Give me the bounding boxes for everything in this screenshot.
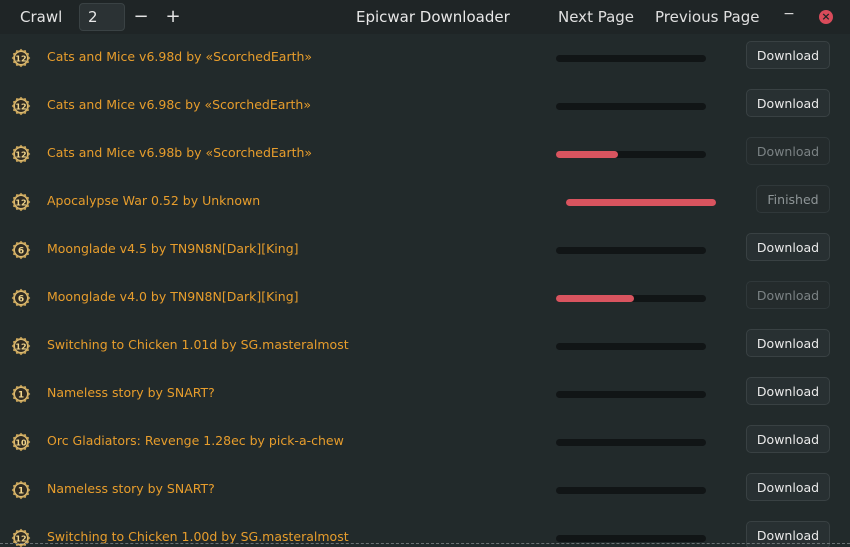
map-badge-icon: 12 xyxy=(11,336,31,356)
svg-text:6: 6 xyxy=(18,246,24,256)
minimize-button[interactable]: − xyxy=(780,6,798,26)
map-badge-icon: 1 xyxy=(11,384,31,404)
download-button[interactable]: Download xyxy=(746,89,830,117)
decrement-button[interactable]: − xyxy=(128,4,154,30)
map-name: Nameless story by SNART? xyxy=(47,385,215,400)
map-name: Nameless story by SNART? xyxy=(47,481,215,496)
download-button: Download xyxy=(746,281,830,309)
next-page-button[interactable]: Next Page xyxy=(558,8,634,26)
map-name: Moonglade v4.5 by TN9N8N[Dark][King] xyxy=(47,241,299,256)
map-name: Moonglade v4.0 by TN9N8N[Dark][King] xyxy=(47,289,299,304)
map-badge-icon: 1 xyxy=(11,480,31,500)
list-item: 10 Orc Gladiators: Revenge 1.28ec by pick… xyxy=(0,418,850,466)
previous-page-button[interactable]: Previous Page xyxy=(655,8,759,26)
download-button[interactable]: Download xyxy=(746,473,830,501)
map-name: Orc Gladiators: Revenge 1.28ec by pick-a… xyxy=(47,433,344,448)
progress-bar xyxy=(556,151,706,158)
svg-text:12: 12 xyxy=(15,150,26,159)
svg-text:10: 10 xyxy=(15,438,27,447)
map-name: Cats and Mice v6.98b by «ScorchedEarth» xyxy=(47,145,313,160)
map-badge-icon: 12 xyxy=(11,192,31,212)
progress-bar xyxy=(556,391,706,398)
download-button[interactable]: Download xyxy=(746,329,830,357)
window-title: Epicwar Downloader xyxy=(356,8,510,26)
map-badge-icon: 12 xyxy=(11,48,31,68)
list-item: 12 Cats and Mice v6.98d by «ScorchedEarth… xyxy=(0,34,850,82)
map-badge-icon: 12 xyxy=(11,528,31,547)
crawl-pages-input[interactable] xyxy=(79,3,125,31)
map-badge-icon: 6 xyxy=(11,288,31,308)
list-item: 12 Cats and Mice v6.98b by «ScorchedEarth… xyxy=(0,130,850,178)
map-list: 12 Cats and Mice v6.98d by «ScorchedEarth… xyxy=(0,34,850,547)
progress-bar xyxy=(556,439,706,446)
progress-bar xyxy=(556,103,706,110)
map-name: Apocalypse War 0.52 by Unknown xyxy=(47,193,261,208)
download-button[interactable]: Download xyxy=(746,41,830,69)
list-item: 12 Apocalypse War 0.52 by Unknown Finished xyxy=(0,178,850,226)
list-item: 12 Cats and Mice v6.98c by «ScorchedEarth… xyxy=(0,82,850,130)
bottom-divider xyxy=(0,543,850,544)
map-name: Switching to Chicken 1.00d by SG.mastera… xyxy=(47,529,349,544)
svg-text:12: 12 xyxy=(15,534,26,543)
progress-bar xyxy=(556,535,706,542)
svg-text:1: 1 xyxy=(18,390,24,400)
list-item: 12 Switching to Chicken 1.01d by SG.maste… xyxy=(0,322,850,370)
finished-button: Finished xyxy=(756,185,830,213)
download-button[interactable]: Download xyxy=(746,425,830,453)
map-name: Cats and Mice v6.98c by «ScorchedEarth» xyxy=(47,97,311,112)
map-badge-icon: 10 xyxy=(11,432,31,452)
svg-text:1: 1 xyxy=(18,486,24,496)
progress-bar xyxy=(556,55,706,62)
download-button[interactable]: Download xyxy=(746,377,830,405)
list-item: 1 Nameless story by SNART? Download xyxy=(0,370,850,418)
map-badge-icon: 6 xyxy=(11,240,31,260)
list-item: 6 Moonglade v4.5 by TN9N8N[Dark][King] Dow… xyxy=(0,226,850,274)
svg-text:12: 12 xyxy=(15,198,26,207)
header-bar: Crawl − + Epicwar Downloader Next Page P… xyxy=(0,0,850,34)
list-item: 1 Nameless story by SNART? Download xyxy=(0,466,850,514)
map-badge-icon: 12 xyxy=(11,144,31,164)
progress-bar xyxy=(556,295,706,302)
crawl-label: Crawl xyxy=(20,8,63,26)
svg-text:6: 6 xyxy=(18,294,24,304)
map-name: Switching to Chicken 1.01d by SG.mastera… xyxy=(47,337,349,352)
svg-text:12: 12 xyxy=(15,342,26,351)
progress-bar xyxy=(556,247,706,254)
increment-button[interactable]: + xyxy=(160,4,186,30)
close-button[interactable]: × xyxy=(819,10,833,24)
svg-text:12: 12 xyxy=(15,54,26,63)
map-name: Cats and Mice v6.98d by «ScorchedEarth» xyxy=(47,49,313,64)
svg-text:12: 12 xyxy=(15,102,26,111)
progress-fill xyxy=(566,199,716,206)
progress-fill xyxy=(556,151,618,158)
progress-bar xyxy=(566,199,716,206)
progress-bar xyxy=(556,487,706,494)
download-button: Download xyxy=(746,137,830,165)
download-button[interactable]: Download xyxy=(746,233,830,261)
progress-fill xyxy=(556,295,634,302)
map-badge-icon: 12 xyxy=(11,96,31,116)
list-item: 6 Moonglade v4.0 by TN9N8N[Dark][King] Dow… xyxy=(0,274,850,322)
progress-bar xyxy=(556,343,706,350)
